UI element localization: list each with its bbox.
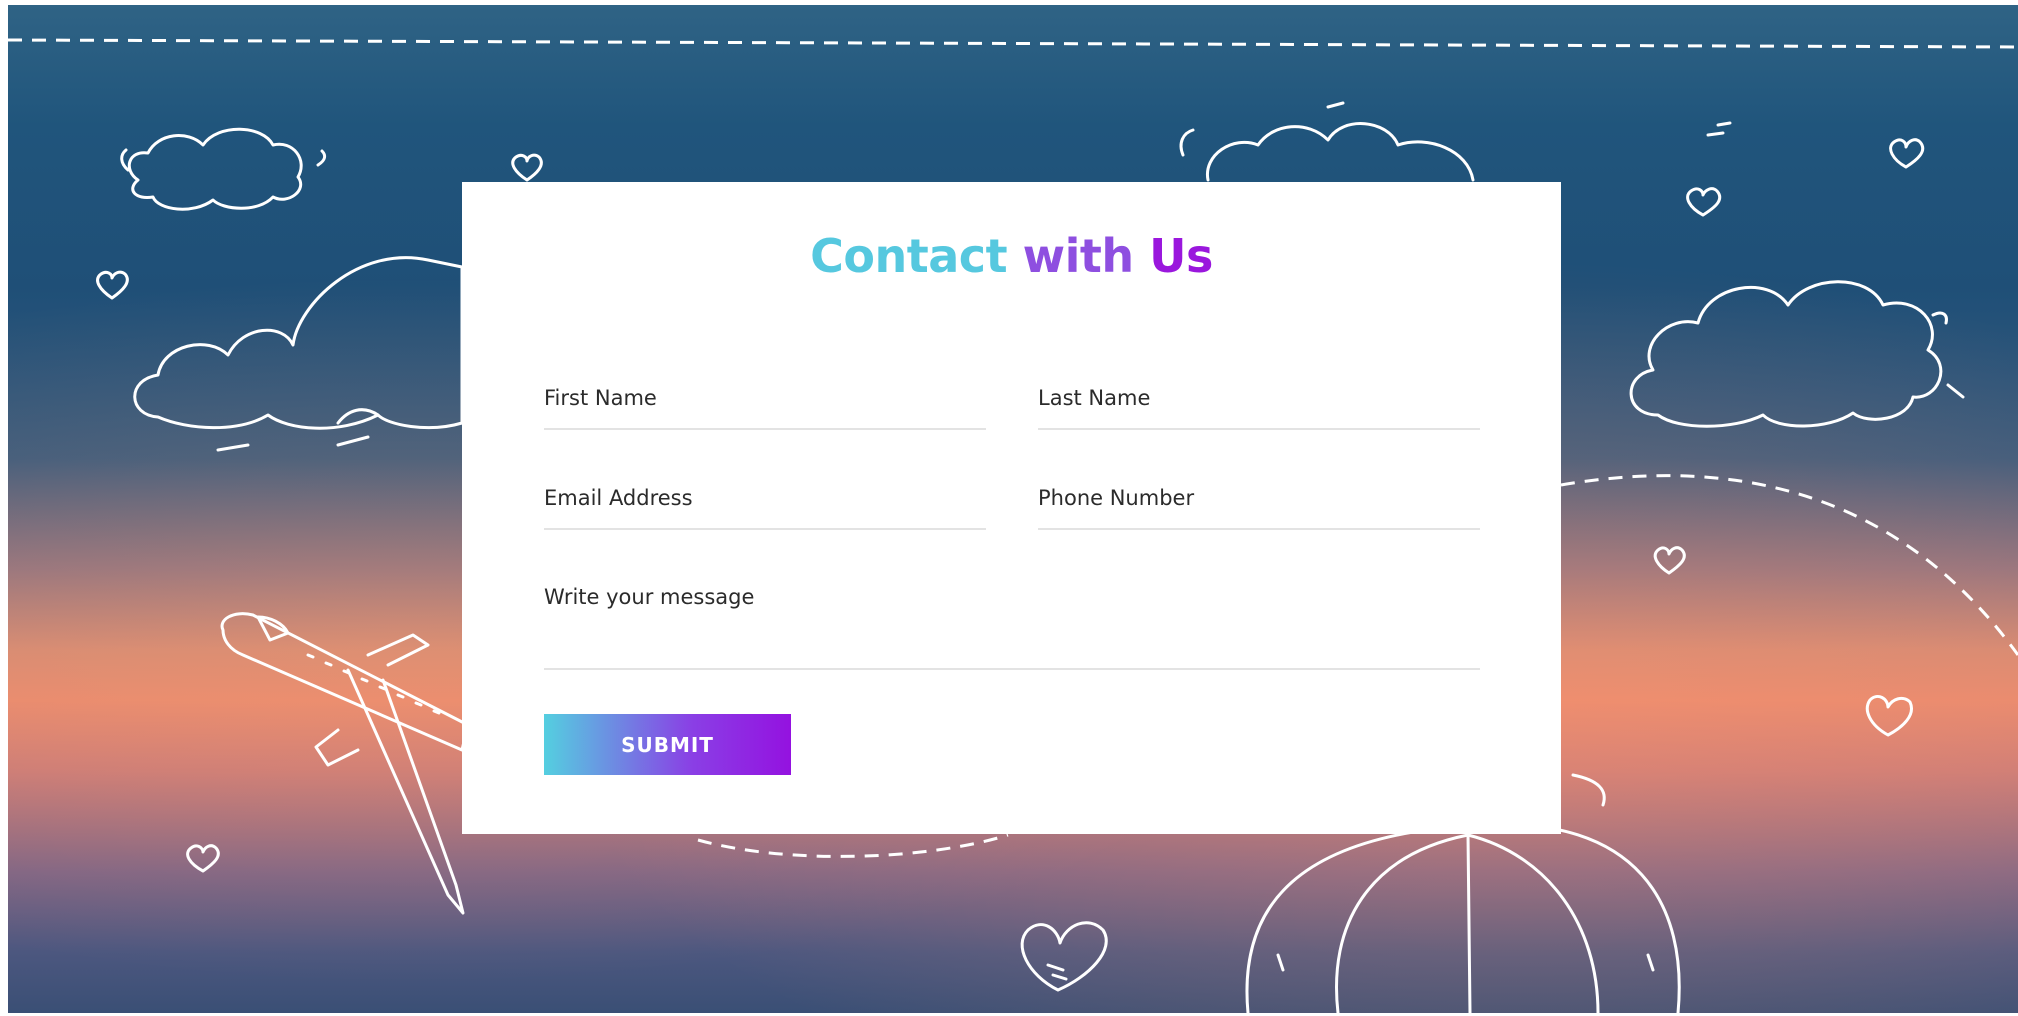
cloud-icon (133, 256, 464, 452)
first-name-field (544, 382, 986, 430)
phone-input[interactable] (1038, 482, 1480, 528)
heart-icon (1889, 138, 1925, 169)
heart-icon (1686, 187, 1722, 217)
heart-icon (1653, 546, 1686, 575)
cloud-icon (1179, 101, 1475, 182)
heart-icon (186, 844, 220, 873)
dashed-flight-path-top (8, 38, 2018, 49)
message-textarea[interactable] (544, 582, 1480, 668)
cloud-icon (1629, 280, 1965, 428)
title-word-with: with (1022, 229, 1135, 283)
airplane-icon (220, 612, 470, 915)
last-name-field (1038, 382, 1480, 430)
wind-stroke (1706, 121, 1732, 137)
message-field (544, 582, 1480, 670)
cloud-icon (120, 127, 327, 211)
dashed-flight-path-right (1560, 474, 2018, 656)
email-input[interactable] (544, 482, 986, 528)
title-word-us: Us (1149, 229, 1213, 283)
page: Contact with Us SUBMIT (0, 0, 2018, 1016)
contact-form: Contact with Us SUBMIT (462, 182, 1561, 834)
email-field (544, 482, 986, 530)
heart-icon (511, 153, 543, 182)
last-name-input[interactable] (1038, 382, 1480, 428)
page-title: Contact with Us (462, 226, 1561, 286)
phone-field (1038, 482, 1480, 530)
title-word-contact: Contact (810, 229, 1008, 283)
submit-button[interactable]: SUBMIT (544, 714, 791, 775)
heart-icon (1865, 695, 1913, 737)
heart-icon (96, 270, 129, 300)
first-name-input[interactable] (544, 382, 986, 428)
dashed-flight-path-bottom (697, 833, 1009, 858)
heart-icon (1020, 921, 1108, 992)
